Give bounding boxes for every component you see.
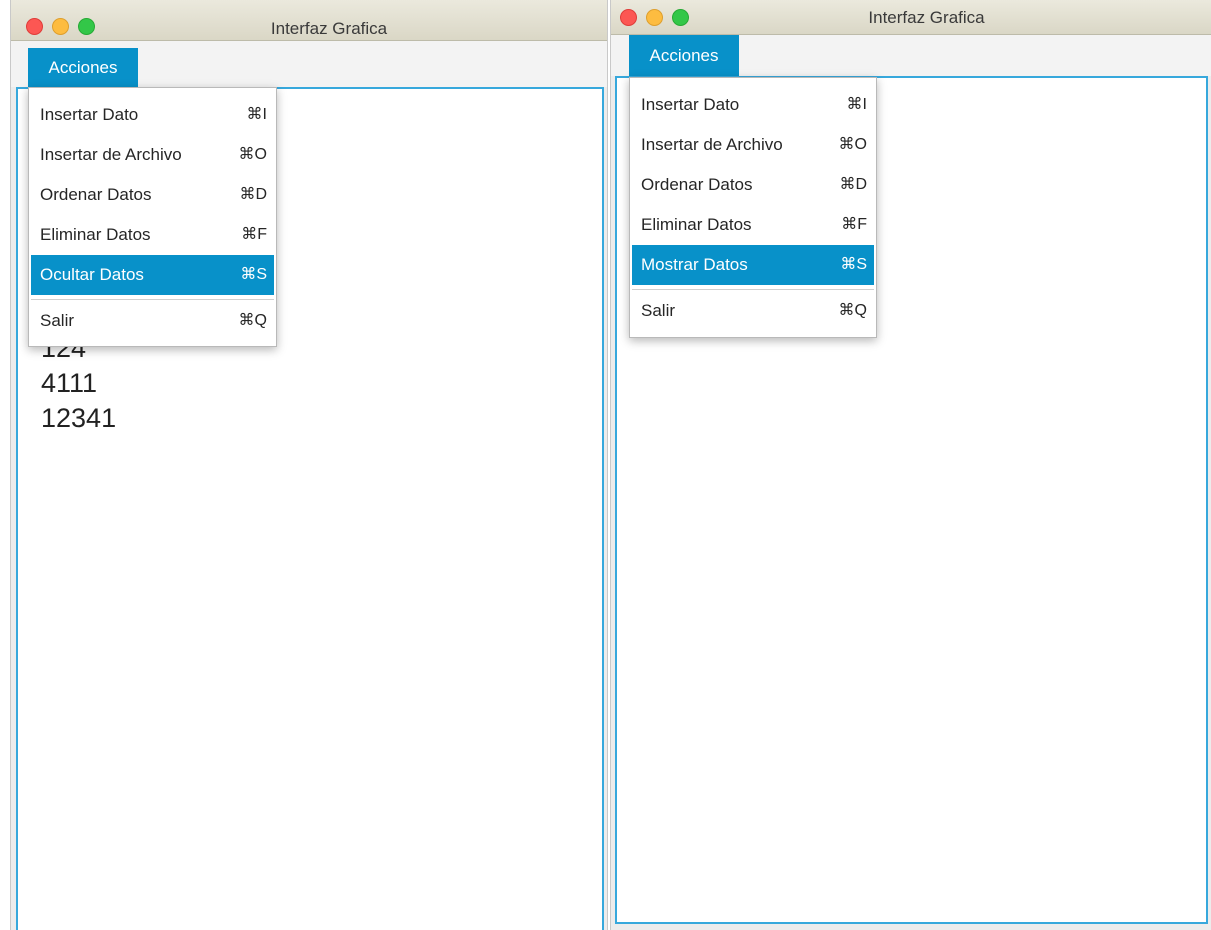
menu-item-insertar-archivo[interactable]: Insertar de Archivo ⌘O	[31, 135, 274, 175]
menu-bar: Acciones	[611, 35, 1211, 76]
menu-item-label: Ocultar Datos	[40, 265, 144, 284]
menu-acciones[interactable]: Acciones	[629, 35, 739, 76]
menu-item-insertar-archivo[interactable]: Insertar de Archivo ⌘O	[632, 125, 874, 165]
menu-item-shortcut: ⌘F	[241, 226, 267, 243]
menu-item-shortcut: ⌘D	[239, 186, 267, 203]
menu-item-label: Ordenar Datos	[641, 175, 753, 194]
menu-item-shortcut: ⌘S	[840, 256, 867, 273]
menu-item-label: Salir	[40, 311, 75, 330]
list-item: 12341	[41, 403, 117, 433]
acciones-dropdown-menu: Insertar Dato ⌘I Insertar de Archivo ⌘O …	[28, 87, 277, 347]
acciones-dropdown-menu: Insertar Dato ⌘I Insertar de Archivo ⌘O …	[629, 77, 877, 338]
menu-item-eliminar-datos[interactable]: Eliminar Datos ⌘F	[632, 205, 874, 245]
menu-item-shortcut: ⌘S	[240, 266, 267, 283]
menu-item-shortcut: ⌘O	[238, 146, 267, 163]
menu-item-mostrar-datos[interactable]: Mostrar Datos ⌘S	[632, 245, 874, 285]
menu-item-insertar-dato[interactable]: Insertar Dato ⌘I	[632, 85, 874, 125]
menu-item-label: Mostrar Datos	[641, 255, 748, 274]
menu-item-label: Insertar de Archivo	[641, 135, 783, 154]
menu-item-shortcut: ⌘O	[838, 136, 867, 153]
menu-separator	[632, 289, 874, 290]
menu-item-label: Insertar Dato	[40, 105, 139, 124]
menu-acciones[interactable]: Acciones	[28, 48, 138, 87]
title-bar[interactable]: Interfaz Grafica	[611, 0, 1211, 35]
menu-item-label: Insertar Dato	[641, 95, 740, 114]
menu-item-label: Ordenar Datos	[40, 185, 152, 204]
menu-item-shortcut: ⌘D	[839, 176, 867, 193]
title-bar[interactable]: Interfaz Grafica	[11, 0, 607, 41]
menu-item-shortcut: ⌘I	[846, 96, 867, 113]
menu-item-shortcut: ⌘Q	[238, 312, 267, 329]
menu-item-label: Eliminar Datos	[40, 225, 151, 244]
window-title: Interfaz Grafica	[270, 19, 388, 38]
left-window: Interfaz Grafica Acciones 124 4111 12341…	[10, 0, 608, 930]
menu-item-label: Eliminar Datos	[641, 215, 752, 234]
menu-item-salir[interactable]: Salir ⌘Q	[31, 301, 274, 341]
menu-item-eliminar-datos[interactable]: Eliminar Datos ⌘F	[31, 215, 274, 255]
list-item: 4111	[41, 368, 98, 398]
menu-item-ordenar-datos[interactable]: Ordenar Datos ⌘D	[632, 165, 874, 205]
menu-separator	[31, 299, 274, 300]
menu-item-label: Insertar de Archivo	[40, 145, 182, 164]
window-title: Interfaz Grafica	[868, 8, 985, 27]
menu-item-label: Salir	[641, 301, 676, 320]
menu-item-shortcut: ⌘I	[246, 106, 267, 123]
menu-item-ordenar-datos[interactable]: Ordenar Datos ⌘D	[31, 175, 274, 215]
menu-item-salir[interactable]: Salir ⌘Q	[632, 291, 874, 331]
menu-item-insertar-dato[interactable]: Insertar Dato ⌘I	[31, 95, 274, 135]
menu-bar: Acciones	[11, 41, 607, 87]
menu-item-ocultar-datos[interactable]: Ocultar Datos ⌘S	[31, 255, 274, 295]
menu-item-shortcut: ⌘F	[841, 216, 867, 233]
menu-item-shortcut: ⌘Q	[838, 302, 867, 319]
right-window: Interfaz Grafica Acciones Insertar Dato …	[610, 0, 1211, 930]
